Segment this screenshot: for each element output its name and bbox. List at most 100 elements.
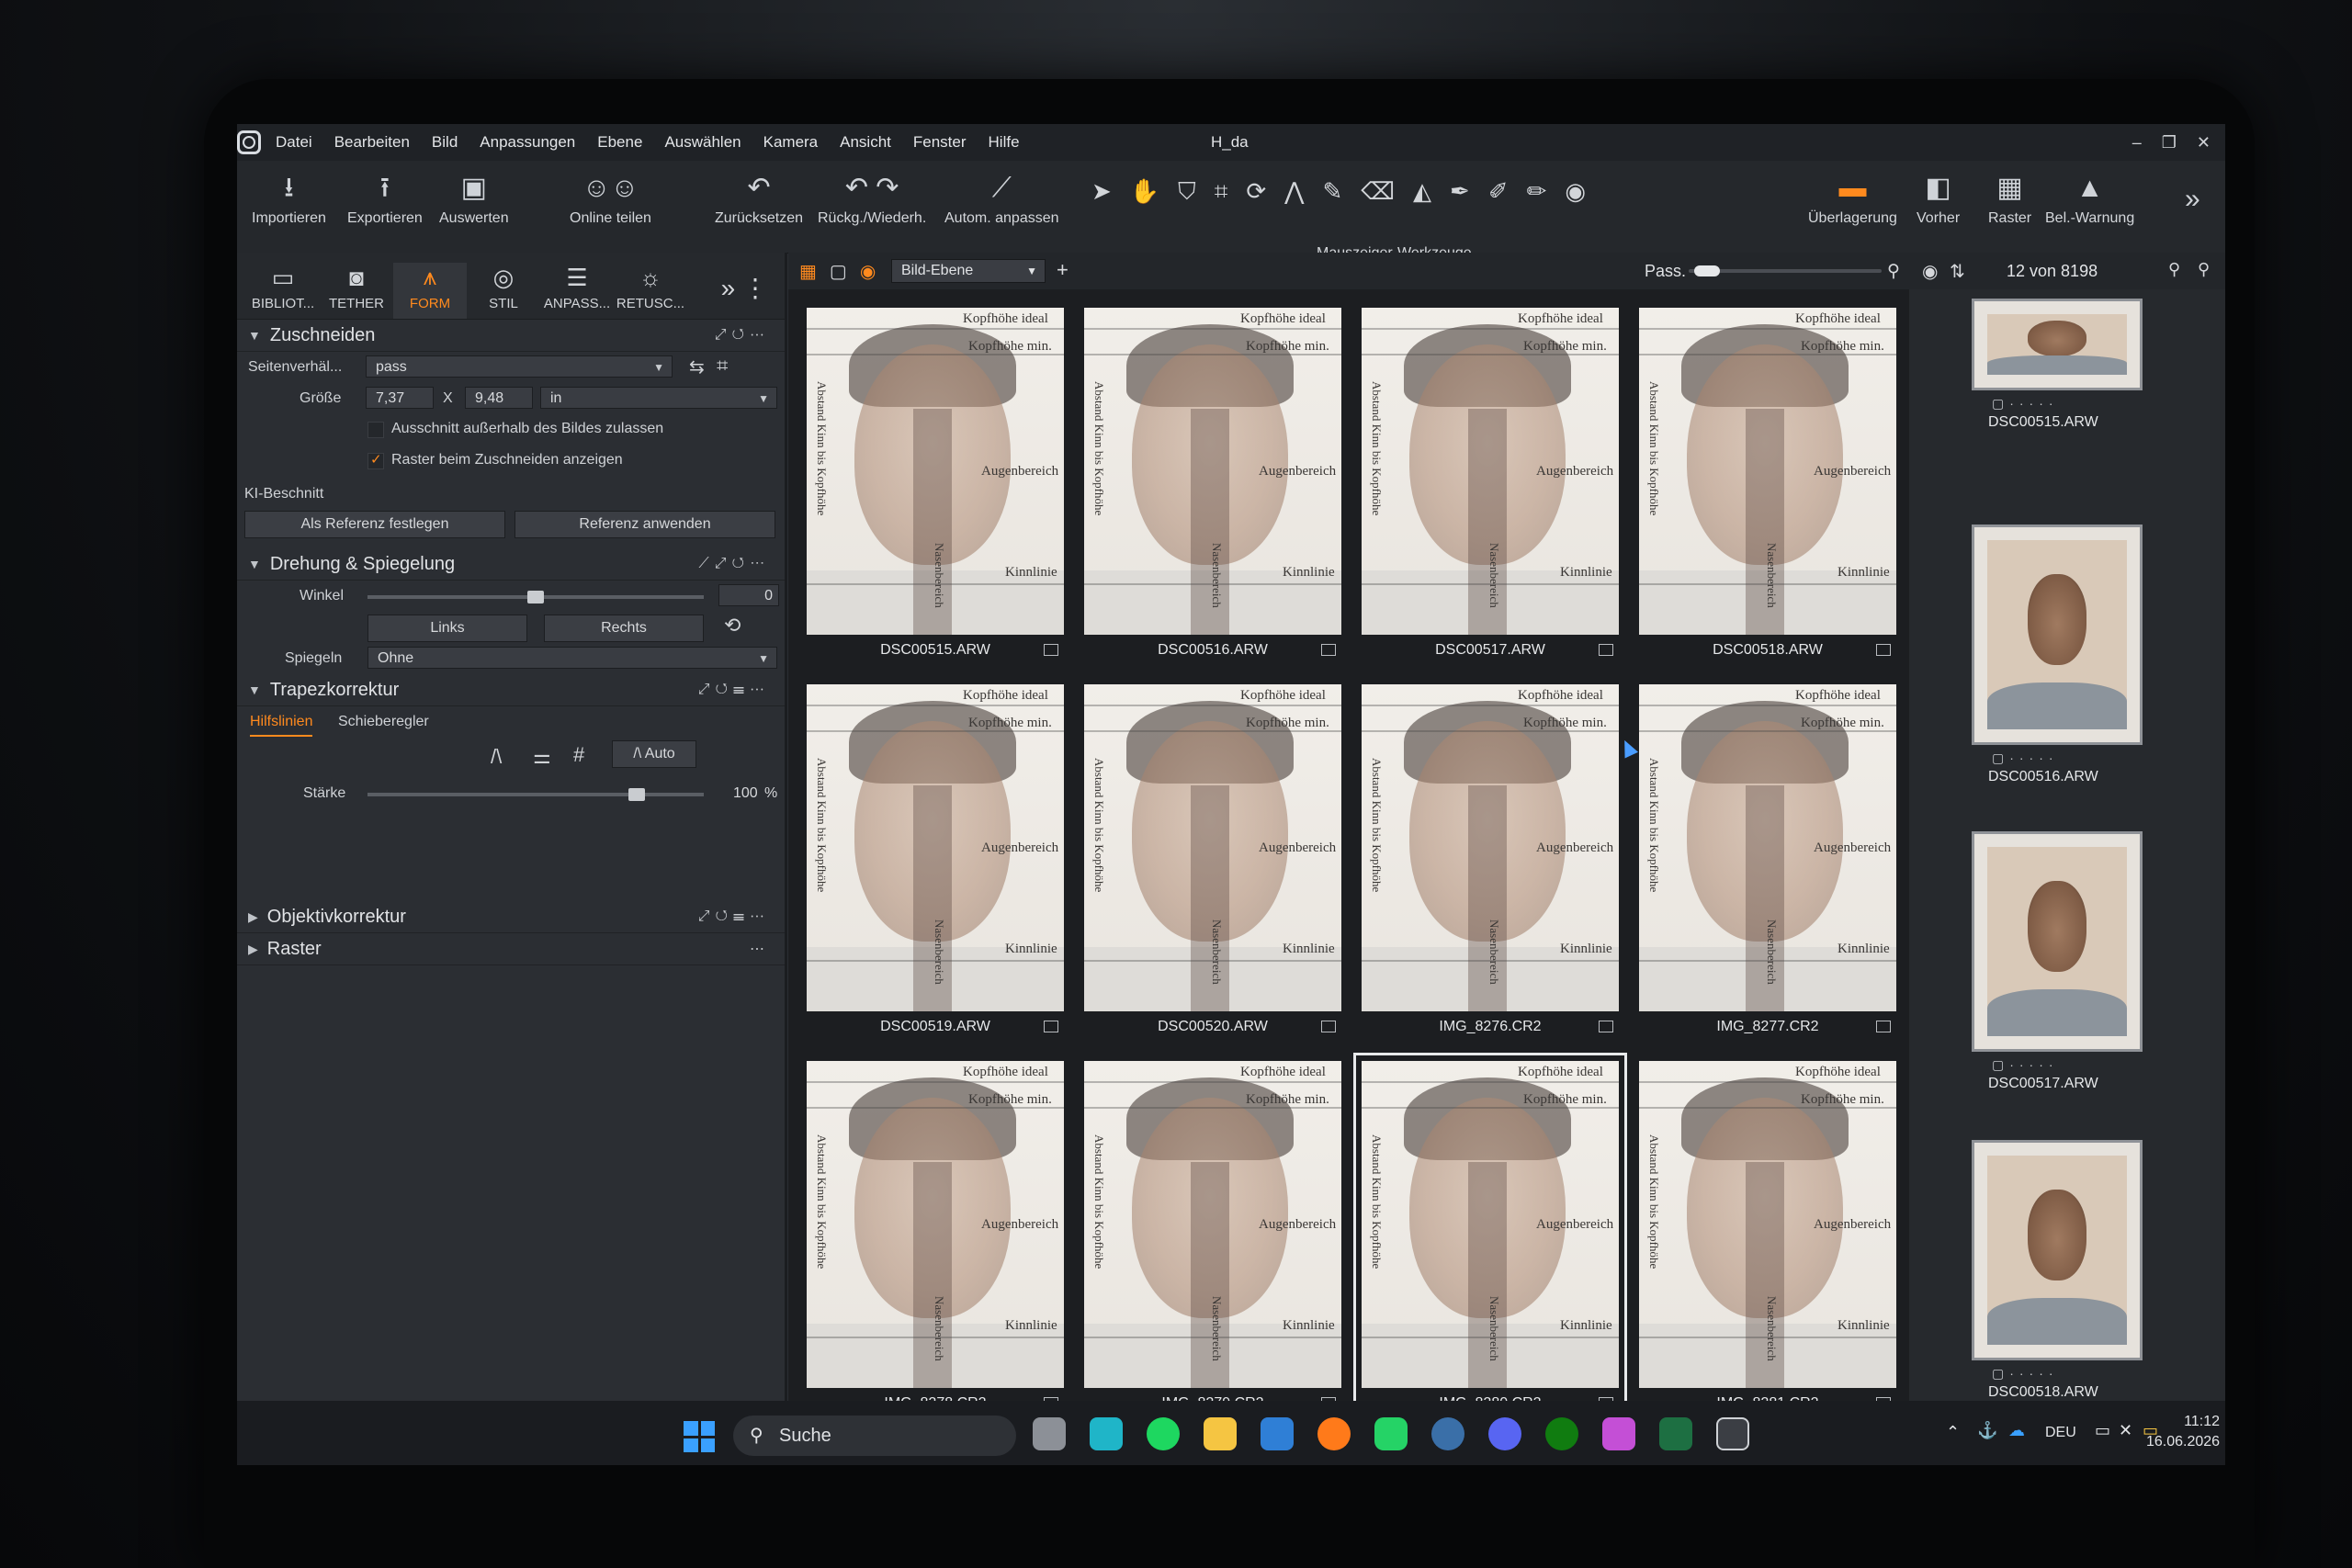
pan-tool-icon[interactable]: ✋ [1130,177,1159,207]
zoom-in-icon[interactable]: ⚲ [1887,261,1900,282]
thumbnail-item[interactable]: Kopfhöhe ideal Kopfhöhe min. Augenbereich K… [1353,1053,1627,1426]
thumbnail-item[interactable]: Kopfhöhe ideal Kopfhöhe min. Augenbereich K… [799,300,1071,671]
layer-select[interactable]: Bild-Ebene ▼ [891,259,1046,283]
discord-icon[interactable] [1488,1417,1521,1450]
thumbnail-badge-icon[interactable] [1321,644,1336,656]
file-explorer-icon[interactable] [1204,1417,1237,1450]
auto-adjust-button[interactable]: ⟋ Autom. anpassen [944,172,1059,227]
menu-edit[interactable]: Bearbeiten [334,133,410,152]
language-indicator[interactable]: DEU [2045,1425,2076,1441]
before-button[interactable]: ◧ Vorher [1917,172,1960,227]
width-input[interactable]: 7,37 [366,387,434,409]
thumbnail-item[interactable]: Kopfhöhe ideal Kopfhöhe min. Augenbereich K… [1354,300,1626,671]
thumbnail-item[interactable]: Kopfhöhe ideal Kopfhöhe min. Augenbereich K… [1354,677,1626,1048]
grid-view-icon[interactable]: ▦ [799,260,817,283]
annotate-tool-icon[interactable]: ◉ [1565,177,1586,207]
full-keystone-icon[interactable]: # [573,743,584,767]
clock-date[interactable]: 16.06.2026 [2146,1434,2220,1450]
apply-reference-button[interactable]: Referenz anwenden [514,511,775,538]
strength-slider[interactable] [368,793,704,796]
rotate-options-icon[interactable]: ⟲ [724,614,741,637]
menu-help[interactable]: Hilfe [989,133,1020,152]
tab-style[interactable]: ◎ STIL [467,264,540,319]
onedrive-icon[interactable]: ☁ [2008,1421,2025,1440]
thumbnail-size-slider[interactable] [1689,265,1882,276]
thumbnail-badge-icon[interactable] [1044,1021,1058,1032]
keystone-section-header[interactable]: ▼ Trapezkorrektur ⤢↺☰⋯ [237,674,785,706]
capture-one-icon[interactable] [1716,1417,1749,1450]
allow-outside-checkbox[interactable] [368,422,384,438]
thumbnail-item[interactable]: Kopfhöhe ideal Kopfhöhe min. Augenbereich K… [1632,300,1904,671]
brush-tool-icon[interactable]: ✎ [1322,177,1342,207]
section-actions-icon[interactable]: ⟋⤢↺⋯ [699,556,771,572]
menu-adjustments[interactable]: Anpassungen [480,133,575,152]
heal-tool-icon[interactable]: ✏ [1527,177,1547,207]
thumbnail-badge-icon[interactable] [1321,1021,1336,1032]
taskbar-search[interactable]: ⚲ Suche [733,1416,1016,1456]
menu-select[interactable]: Auswählen [664,133,741,152]
thumbnail-badge-icon[interactable] [1599,644,1613,656]
crop-section-header[interactable]: ▼ Zuschneiden ⤢↺⋯ [237,320,785,352]
menu-window[interactable]: Fenster [913,133,967,152]
thumbnail-badge-icon[interactable] [1599,1021,1613,1032]
menu-view[interactable]: Ansicht [840,133,891,152]
stamp-tool-icon[interactable]: ⛉ [1178,177,1196,207]
unit-select[interactable]: in ▼ [540,387,777,409]
reset-button[interactable]: ↶ Zurücksetzen [715,172,803,227]
spotify-icon[interactable] [1147,1417,1180,1450]
snipping-tool-icon[interactable] [1602,1417,1635,1450]
firefox-icon[interactable] [1317,1417,1351,1450]
section-actions-icon[interactable]: ⤢↺☰⋯ [698,682,770,698]
gradient-tool-icon[interactable]: ◭ [1413,177,1431,207]
rotate-left-button[interactable]: Links [368,615,527,642]
section-actions-icon[interactable]: ⤢↺☰⋯ [698,908,770,925]
rotation-section-header[interactable]: ▼ Drehung & Spiegelung ⟋⤢↺⋯ [237,548,785,581]
windows-start-icon[interactable] [684,1421,715,1452]
thumbnail-item[interactable]: Kopfhöhe ideal Kopfhöhe min. Augenbereich K… [1077,1054,1349,1425]
height-input[interactable]: 9,48 [465,387,533,409]
ratio-select[interactable]: pass ▼ [366,355,673,378]
import-button[interactable]: ⭳ Importieren [252,172,326,227]
speaker-muted-icon[interactable]: ✕ [2119,1421,2132,1440]
mirror-select[interactable]: Ohne ▼ [368,647,777,669]
thumbnail-item[interactable]: Kopfhöhe ideal Kopfhöhe min. Augenbereich K… [1077,677,1349,1048]
search-icon[interactable]: ⚲ [2198,260,2210,279]
pen-tool-icon[interactable]: ✒ [1450,177,1470,207]
export-button[interactable]: ⭱ Exportieren [347,172,423,227]
thumbnail-badge-icon[interactable] [1876,1021,1891,1032]
rating-dots[interactable]: ▢····· [1992,750,2059,766]
add-layer-icon[interactable]: + [1057,258,1069,282]
thumbnail-item[interactable]: Kopfhöhe ideal Kopfhöhe min. Augenbereich K… [1077,300,1349,671]
keystone-tool-icon[interactable]: ⋀ [1284,177,1304,207]
excel-icon[interactable] [1659,1417,1692,1450]
thumbnail-badge-icon[interactable] [1876,644,1891,656]
thumbnail-item[interactable]: Kopfhöhe ideal Kopfhöhe min. Augenbereich K… [1632,1054,1904,1425]
pointer-tool-icon[interactable]: ➤ [1091,177,1112,207]
minimize-button[interactable]: – [2132,133,2142,152]
close-button[interactable]: ✕ [2197,133,2211,152]
menu-image[interactable]: Bild [432,133,458,152]
crop-icon[interactable]: ⌗ [717,354,728,378]
select-button[interactable]: ▣ Auswerten [439,172,509,227]
share-button[interactable]: ☺☺ Online teilen [570,172,651,227]
set-reference-button[interactable]: Als Referenz festlegen [244,511,505,538]
task-view-icon[interactable] [1033,1417,1066,1450]
maximize-button[interactable]: ❐ [2162,133,2177,152]
thumbnail-badge-icon[interactable] [1044,644,1058,656]
undo-redo-button[interactable]: ↶ ↷ Rückg./Wiederh. [818,172,926,227]
tab-guides[interactable]: Hilfslinien [250,714,313,737]
rating-dots[interactable]: ▢····· [1992,396,2059,412]
exposure-warning-button[interactable]: ▲ Bel.-Warnung [2045,172,2134,227]
rating-dots[interactable]: ▢····· [1992,1366,2059,1382]
menu-layer[interactable]: Ebene [597,133,642,152]
monitor-icon[interactable]: ▭ [2095,1421,2110,1440]
whatsapp-icon[interactable] [1374,1417,1408,1450]
auto-keystone-button[interactable]: /\ Auto [612,740,696,768]
picker-tool-icon[interactable]: ✐ [1488,177,1509,207]
strength-slider-handle[interactable] [628,788,645,801]
angle-slider-handle[interactable] [527,591,544,604]
section-actions-icon[interactable]: ⤢↺⋯ [715,327,770,344]
lens-section-header[interactable]: ▶ Objektivkorrektur ⤢↺☰⋯ [237,901,785,933]
more-tabs-icon[interactable]: » ⋮ [721,273,768,303]
photos-icon[interactable] [1261,1417,1294,1450]
